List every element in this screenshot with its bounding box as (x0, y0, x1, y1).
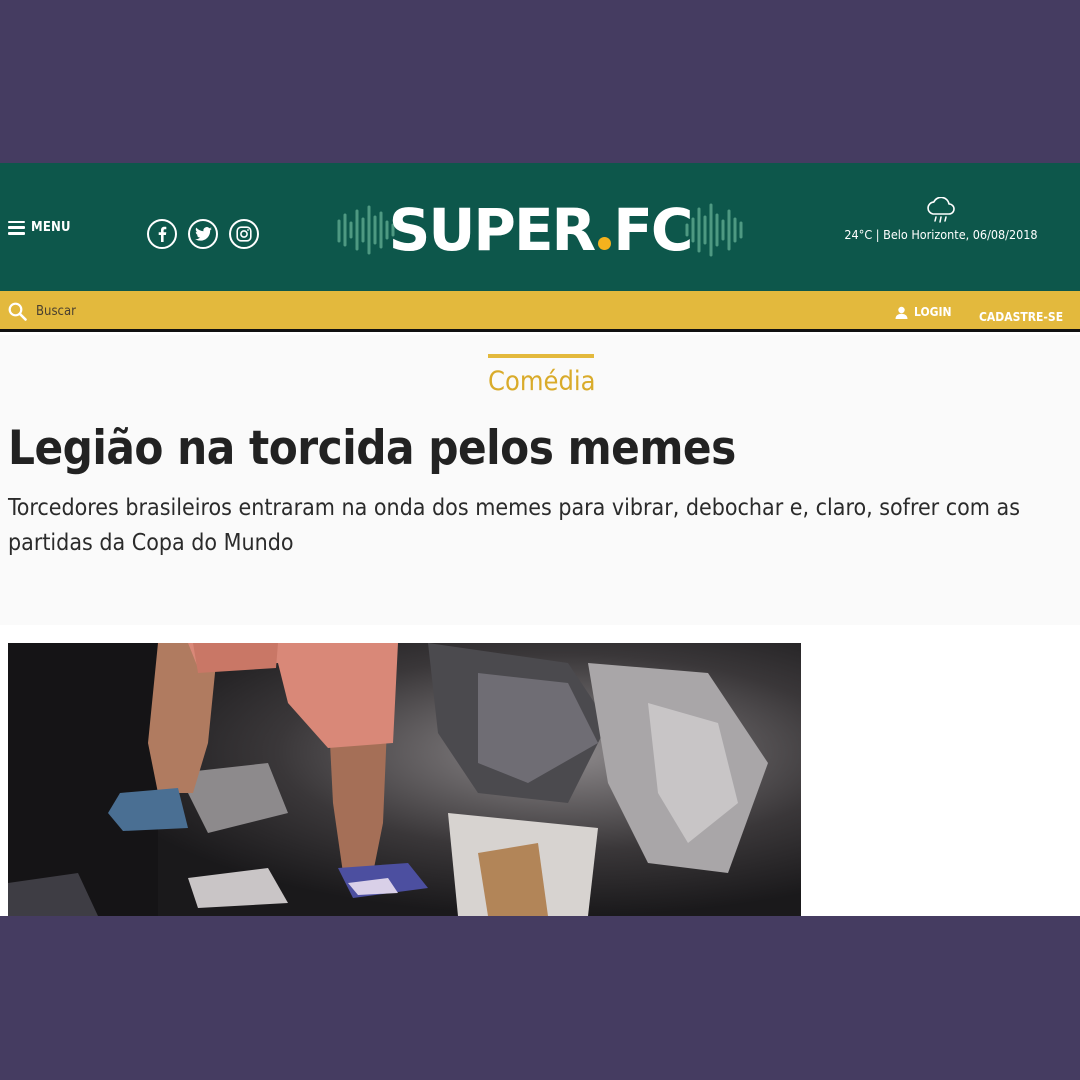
article-headline: Legião na torcida pelos memes (8, 421, 736, 476)
article-header: Comédia Legião na torcida pelos memes To… (0, 335, 1080, 625)
weather-text: 24°C | Belo Horizonte, 06/08/2018 (844, 227, 1038, 242)
article-subheadline: Torcedores brasileiros entraram na onda … (8, 495, 1020, 556)
article-photo (8, 643, 801, 916)
weather-widget: 24°C | Belo Horizonte, 06/08/2018 (830, 197, 1052, 242)
search-placeholder: Buscar (36, 304, 76, 319)
signup-button[interactable]: CADASTRE-SE (979, 306, 1063, 325)
instagram-icon[interactable] (229, 219, 259, 249)
login-button[interactable]: LOGIN (895, 305, 952, 319)
user-icon (895, 306, 908, 319)
signup-label: CADASTRE-SE (979, 310, 1064, 324)
utility-bar: Buscar LOGIN CADASTRE-SE (0, 291, 1080, 332)
menu-button[interactable]: MENU (8, 220, 71, 235)
webpage-frame: MENU SUPER FC 24°C | Belo Horizonte, 06/… (0, 163, 1080, 916)
site-logo[interactable]: SUPER FC (336, 195, 744, 265)
menu-label: MENU (31, 220, 71, 235)
hamburger-icon (8, 220, 25, 235)
twitter-icon[interactable] (188, 219, 218, 249)
category-tag[interactable]: Comédia (488, 354, 596, 397)
site-header: MENU SUPER FC 24°C | Belo Horizonte, 06/… (0, 163, 1080, 291)
facebook-icon[interactable] (147, 219, 177, 249)
rain-cloud-icon (927, 197, 955, 223)
logo-wordmark: SUPER FC (388, 196, 694, 264)
search-icon (8, 302, 27, 321)
social-links (147, 219, 259, 249)
logo-dot (598, 237, 612, 250)
login-label: LOGIN (914, 305, 952, 319)
search-field[interactable]: Buscar (8, 302, 76, 321)
